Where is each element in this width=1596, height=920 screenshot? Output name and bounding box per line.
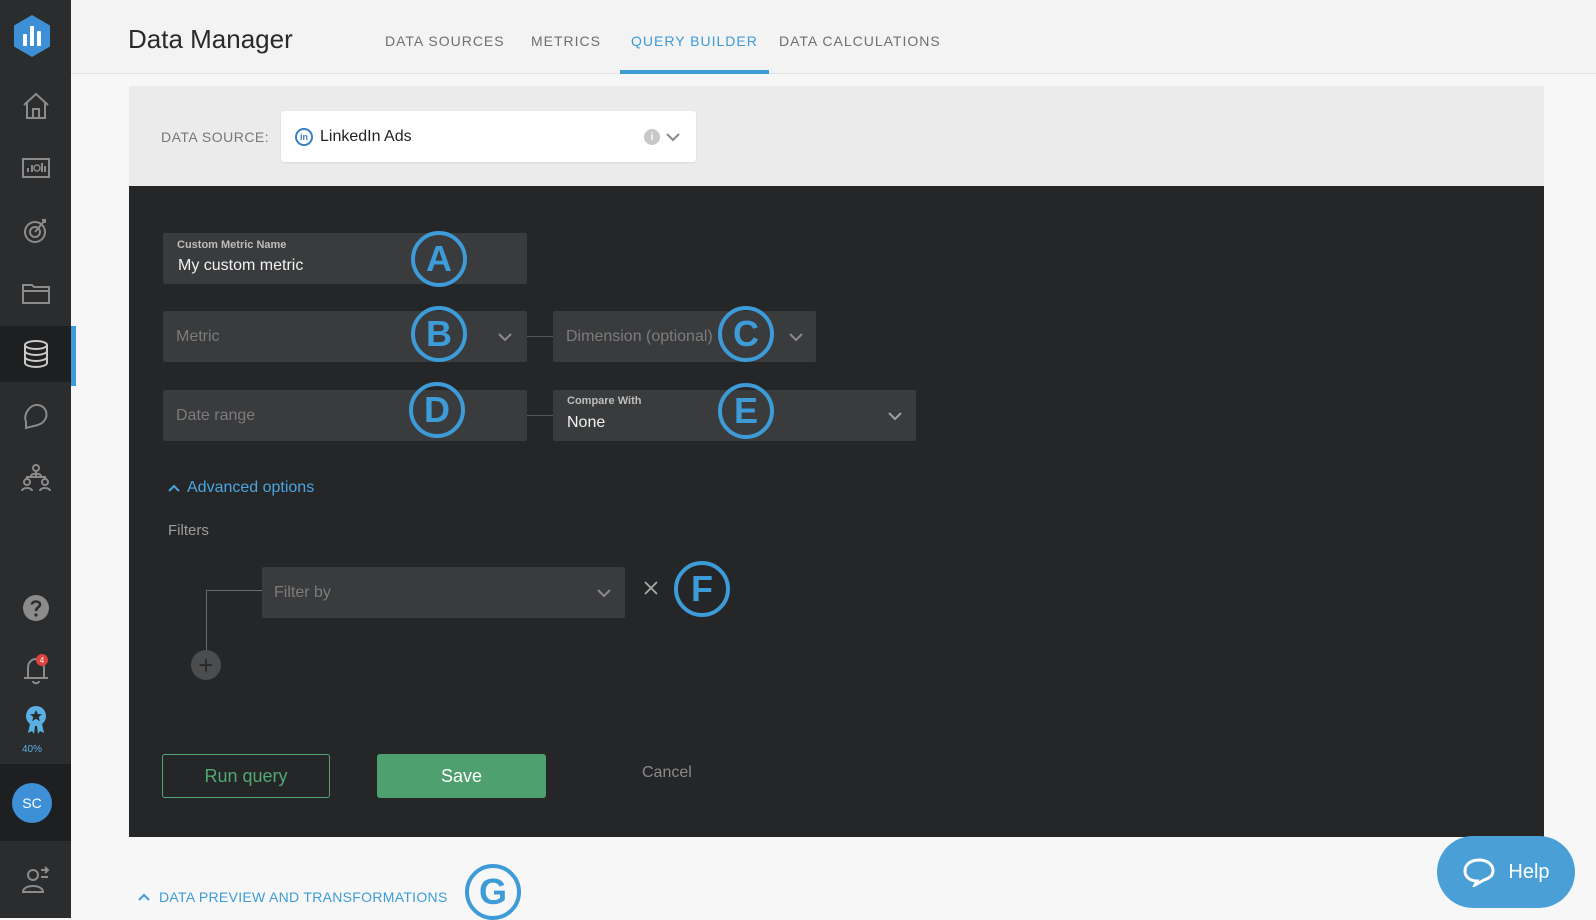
connector-line: [527, 415, 553, 416]
custom-metric-name-field[interactable]: Custom Metric Name My custom metric: [163, 233, 527, 284]
metric-select[interactable]: Metric: [163, 311, 527, 362]
chevron-down-icon: [597, 589, 611, 598]
chevron-down-icon: [888, 412, 902, 421]
connector-line: [527, 336, 553, 337]
query-builder-panel: Custom Metric Name My custom metric A Me…: [129, 186, 1544, 837]
custom-metric-name-value: My custom metric: [178, 257, 304, 274]
metric-placeholder: Metric: [176, 328, 220, 345]
date-range-placeholder: Date range: [176, 407, 256, 424]
info-icon[interactable]: i: [644, 129, 660, 145]
marker-d: D: [409, 382, 465, 438]
target-icon: [23, 219, 46, 243]
user-switch-icon: [21, 866, 49, 893]
sidebar-item-progress[interactable]: [0, 696, 71, 742]
tab-metrics[interactable]: METRICS: [531, 33, 601, 74]
sidebar-item-home[interactable]: [0, 78, 71, 134]
chevron-up-icon: [168, 484, 180, 492]
linkedin-icon: in: [295, 128, 313, 146]
sidebar-item-data-manager[interactable]: [0, 326, 76, 386]
run-query-button[interactable]: Run query: [162, 754, 330, 798]
sidebar: 4 40% SC: [0, 0, 76, 918]
databox-logo-icon[interactable]: [12, 14, 52, 58]
chevron-down-icon: [666, 133, 680, 142]
tab-query-builder[interactable]: QUERY BUILDER: [620, 33, 769, 74]
dimension-select[interactable]: Dimension (optional): [553, 311, 816, 362]
save-button[interactable]: Save: [377, 754, 546, 798]
notification-badge: 4: [36, 654, 48, 666]
cancel-button[interactable]: Cancel: [642, 764, 692, 782]
help-button[interactable]: Help: [1437, 836, 1575, 908]
sidebar-item-databoards[interactable]: [0, 140, 71, 196]
avatar[interactable]: SC: [12, 783, 52, 823]
dashboard-icon: [21, 158, 50, 178]
sidebar-item-help[interactable]: [0, 580, 71, 636]
marker-b: B: [411, 306, 467, 362]
data-preview-toggle[interactable]: DATA PREVIEW AND TRANSFORMATIONS: [137, 889, 448, 905]
folder-icon: [21, 284, 50, 304]
compare-with-label: Compare With: [567, 395, 642, 407]
progress-percent: 40%: [21, 744, 42, 755]
question-icon: [22, 595, 49, 621]
date-range-select[interactable]: Date range: [163, 390, 527, 441]
advanced-options-label: Advanced options: [187, 479, 315, 496]
data-source-bar: DATA SOURCE: in LinkedIn Ads i: [129, 86, 1544, 186]
remove-filter-close-icon[interactable]: [642, 579, 660, 597]
advanced-options-toggle[interactable]: Advanced options: [167, 479, 314, 497]
chat-bubble-icon: [23, 403, 47, 430]
chevron-down-icon: [789, 333, 803, 342]
data-source-value: LinkedIn Ads: [320, 128, 412, 145]
top-bar: Data Manager DATA SOURCES METRICS QUERY …: [71, 0, 1596, 74]
chevron-up-icon: [138, 893, 150, 901]
home-icon: [22, 92, 49, 119]
award-badge-icon: [25, 706, 46, 734]
dimension-placeholder: Dimension (optional): [566, 328, 713, 345]
filters-label: Filters: [168, 522, 209, 539]
add-filter-button[interactable]: +: [191, 650, 221, 680]
tab-data-sources[interactable]: DATA SOURCES: [385, 33, 505, 74]
data-preview-label: DATA PREVIEW AND TRANSFORMATIONS: [159, 889, 448, 905]
compare-with-value: None: [567, 414, 606, 431]
user-avatar-area: SC: [0, 764, 71, 841]
filter-tree-line: [206, 590, 262, 591]
page-title: Data Manager: [128, 24, 293, 54]
marker-e: E: [718, 383, 774, 439]
database-icon: [23, 340, 48, 369]
sidebar-item-notifications[interactable]: 4: [0, 642, 71, 698]
sidebar-item-users[interactable]: [0, 852, 71, 908]
marker-f: F: [674, 561, 730, 617]
data-source-select[interactable]: in LinkedIn Ads i: [281, 111, 696, 162]
help-label: Help: [1508, 860, 1550, 883]
marker-g: G: [465, 864, 521, 920]
tab-data-calculations[interactable]: DATA CALCULATIONS: [779, 33, 941, 74]
data-source-label: DATA SOURCE:: [161, 129, 270, 145]
chevron-down-icon: [498, 333, 512, 342]
org-chart-icon: [20, 464, 51, 492]
filter-by-placeholder: Filter by: [274, 584, 331, 601]
filter-tree-line: [206, 590, 207, 652]
sidebar-item-reports[interactable]: [0, 264, 71, 320]
custom-metric-name-label: Custom Metric Name: [177, 239, 287, 251]
marker-a: A: [411, 231, 467, 287]
sidebar-item-accounts[interactable]: [0, 450, 71, 506]
filter-by-select[interactable]: Filter by: [262, 567, 625, 618]
marker-c: C: [718, 306, 774, 362]
sidebar-item-goals[interactable]: [0, 202, 71, 258]
sidebar-item-alerts[interactable]: [0, 388, 71, 444]
chat-icon: [1463, 858, 1495, 887]
